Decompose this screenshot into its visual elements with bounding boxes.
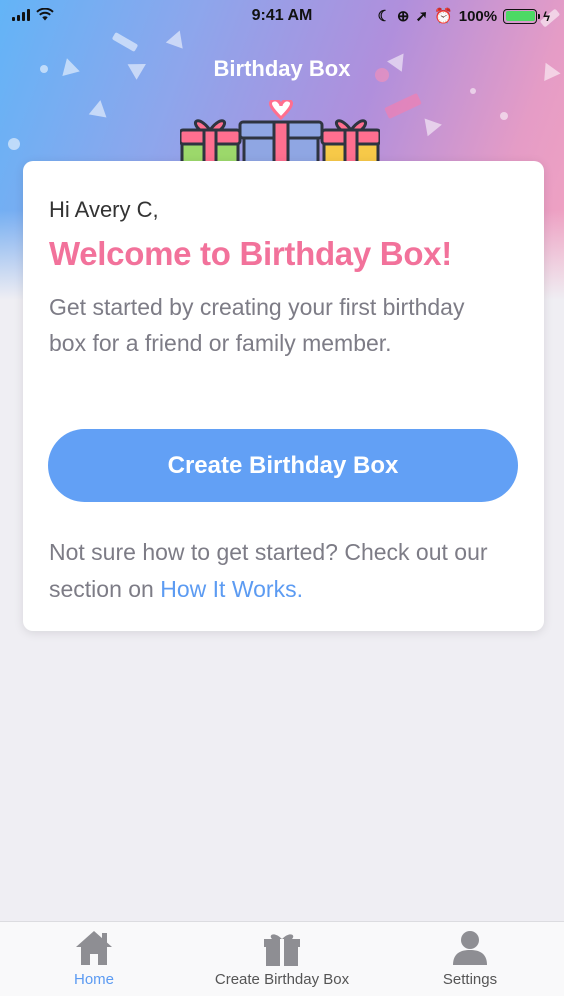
location-icon: ➚ (415, 8, 429, 25)
tab-bar: Home Create Birthday Box Settings (0, 921, 564, 996)
tab-home[interactable]: Home (0, 926, 188, 996)
tab-settings-label: Settings (442, 971, 498, 988)
gift-icon (264, 934, 300, 966)
blue-gift-icon (238, 100, 324, 170)
tab-home-label: Home (73, 971, 114, 988)
confetti-dot (500, 112, 508, 120)
charging-icon: ϟ (543, 8, 550, 24)
tab-create-birthday-box[interactable]: Create Birthday Box (188, 926, 376, 996)
confetti-bar (384, 92, 422, 120)
confetti-triangle (88, 98, 110, 118)
home-icon (76, 931, 112, 965)
create-birthday-box-button[interactable]: Create Birthday Box (48, 429, 518, 502)
user-icon (453, 931, 487, 965)
orientation-lock-icon: ⊕ (396, 8, 410, 25)
battery-percent: 100% (458, 7, 498, 25)
status-right: ☾ ⊕ ➚ ⏰ 100% ϟ (377, 7, 550, 26)
status-bar: 9:41 AM ☾ ⊕ ➚ ⏰ 100% ϟ (0, 0, 564, 34)
confetti-dot (8, 138, 20, 150)
alarm-icon: ⏰ (434, 8, 453, 25)
intro-text: Get started by creating your first birth… (49, 294, 465, 356)
confetti-bar (111, 32, 139, 52)
welcome-card: Hi Avery C, Welcome to Birthday Box! Get… (23, 161, 544, 631)
nav-title: Birthday Box (213, 56, 351, 81)
greeting-text: Hi Avery C, (49, 197, 159, 222)
tab-create-label: Create Birthday Box (214, 971, 350, 988)
welcome-heading: Welcome to Birthday Box! (49, 235, 452, 272)
help-text: Not sure how to get started? Check out o… (49, 534, 519, 608)
how-it-works-link[interactable]: How It Works. (160, 576, 303, 602)
gift-boxes-illustration (180, 100, 380, 170)
confetti-triangle (424, 115, 444, 137)
moon-icon: ☾ (377, 8, 391, 25)
tab-settings[interactable]: Settings (376, 926, 564, 996)
confetti-dot (470, 88, 476, 94)
battery-icon (503, 8, 541, 24)
